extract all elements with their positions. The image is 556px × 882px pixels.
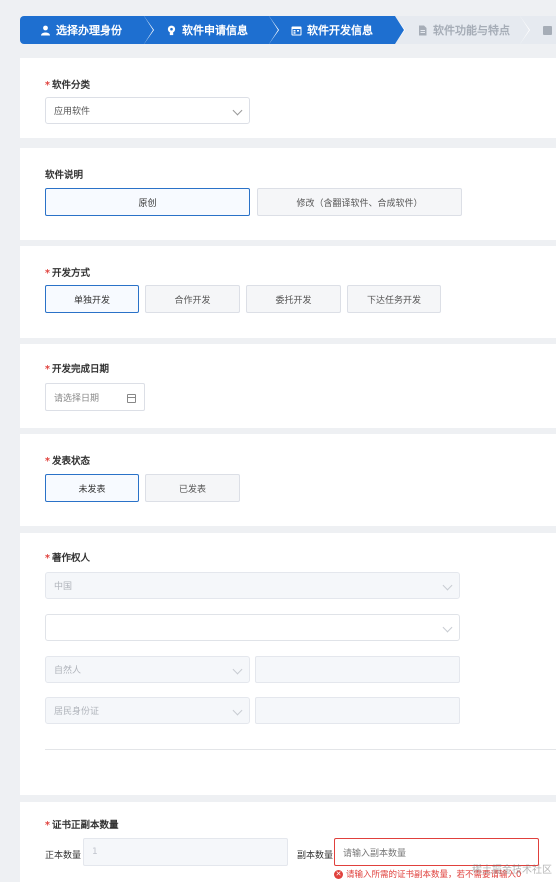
country-select[interactable]: 中国 (45, 572, 460, 599)
error-icon: ✕ (334, 869, 343, 879)
chevron-down-icon (442, 622, 453, 633)
step-label: 软件开发信息 (307, 24, 373, 37)
finish-date-placeholder: 请选择日期 (54, 393, 100, 404)
dev-option-cooperative[interactable]: 合作开发 (145, 285, 240, 313)
dev-option-assigned[interactable]: 下达任务开发 (347, 285, 441, 313)
publish-option-published[interactable]: 已发表 (145, 474, 240, 502)
dev-option-commissioned[interactable]: 委托开发 (246, 285, 341, 313)
holder-name-input[interactable] (255, 656, 460, 683)
id-type-value: 居民身份证 (54, 707, 100, 717)
finish-date-section: * 开发完成日期 请选择日期 (20, 344, 556, 428)
copy-count-placeholder: 请输入副本数量 (343, 848, 407, 859)
chevron-down-icon (232, 664, 243, 675)
user-icon (40, 25, 51, 36)
dev-method-section: * 开发方式 单独开发 合作开发 委托开发 下达任务开发 (20, 246, 556, 338)
watermark: 稀土掘金技术社区 (472, 865, 552, 876)
dev-option-solo[interactable]: 单独开发 (45, 285, 139, 313)
software-category-select[interactable]: 应用软件 (45, 97, 250, 124)
bulb-icon (166, 25, 177, 36)
step-software-features[interactable]: 软件功能与特点 (395, 16, 530, 44)
description-option-modified[interactable]: 修改（含翻译软件、合成软件） (257, 188, 462, 216)
step-bar: 选择办理身份 软件申请信息 软件开发信息 软件功能与特点 (20, 16, 556, 44)
finish-date-label: * 开发完成日期 (45, 364, 109, 375)
publish-status-label: * 发表状态 (45, 456, 90, 467)
copyright-holder-label: * 著作权人 (45, 553, 90, 564)
original-count-input[interactable]: 1 (83, 838, 288, 866)
country-value: 中国 (54, 582, 73, 592)
copyright-holder-section: * 著作权人 中国 自然人 居民身份证 (20, 533, 556, 795)
dev-method-label: * 开发方式 (45, 268, 90, 279)
calendar-icon (291, 25, 302, 36)
software-description-label: 软件说明 (45, 170, 84, 181)
step-icon (542, 25, 553, 36)
calendar-icon (127, 394, 136, 403)
id-type-select[interactable]: 居民身份证 (45, 697, 250, 724)
person-type-select[interactable]: 自然人 (45, 656, 250, 683)
publish-status-section: * 发表状态 未发表 已发表 (20, 434, 556, 526)
person-type-value: 自然人 (54, 666, 82, 676)
software-category-label: * 软件分类 (45, 80, 90, 91)
software-category-section: * 软件分类 应用软件 (20, 58, 556, 138)
publish-option-unpublished[interactable]: 未发表 (45, 474, 139, 502)
step-select-identity[interactable]: 选择办理身份 (20, 16, 154, 44)
step-label: 软件功能与特点 (433, 24, 510, 37)
software-description-section: 软件说明 原创 修改（含翻译软件、合成软件） (20, 148, 556, 240)
chevron-down-icon (232, 105, 243, 116)
step-software-development[interactable]: 软件开发信息 (269, 16, 405, 44)
step-label: 选择办理身份 (56, 24, 122, 37)
id-number-input[interactable] (255, 697, 460, 724)
copy-count-label: 副本数量 (297, 851, 334, 861)
step-software-application[interactable]: 软件申请信息 (144, 16, 279, 44)
section-divider (45, 749, 556, 750)
province-select[interactable] (45, 614, 460, 641)
certificate-count-label: * 证书正副本数量 (45, 820, 119, 831)
chevron-down-icon (442, 580, 453, 591)
original-count-label: 正本数量 (45, 851, 82, 861)
software-category-value: 应用软件 (54, 107, 91, 117)
description-option-original[interactable]: 原创 (45, 188, 250, 216)
document-icon (417, 25, 428, 36)
step-label: 软件申请信息 (182, 24, 248, 37)
finish-date-input[interactable]: 请选择日期 (45, 383, 145, 411)
chevron-down-icon (232, 705, 243, 716)
